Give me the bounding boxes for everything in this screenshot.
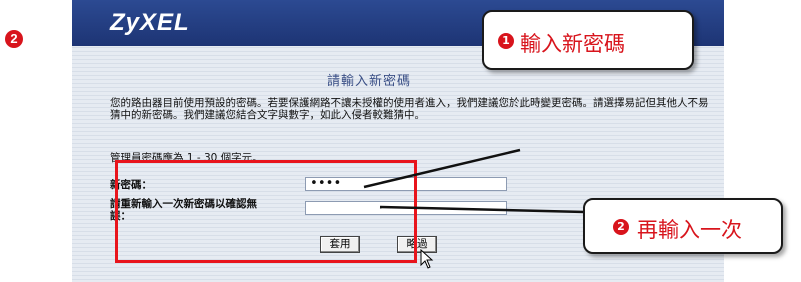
callout-enter-new-password: 1 輸入新密碼 <box>482 10 694 70</box>
callout-text-1: 輸入新密碼 <box>520 32 625 56</box>
callout-number-2: 2 <box>613 219 629 235</box>
page-title: 請輸入新密碼 <box>327 74 412 89</box>
callout-text-2: 再輸入一次 <box>637 218 742 242</box>
password-description: 您的路由器目前使用預設的密碼。若要保護網路不讓未授權的使用者進入，我們建議您於此… <box>110 97 709 121</box>
step-number-badge: 2 <box>5 30 23 48</box>
callout-enter-again: 2 再輸入一次 <box>583 198 783 254</box>
callout-number-1: 1 <box>498 33 514 49</box>
highlight-frame <box>115 160 417 263</box>
zyxel-logo: ZyXEL <box>110 9 190 36</box>
mouse-cursor-icon <box>420 249 434 269</box>
